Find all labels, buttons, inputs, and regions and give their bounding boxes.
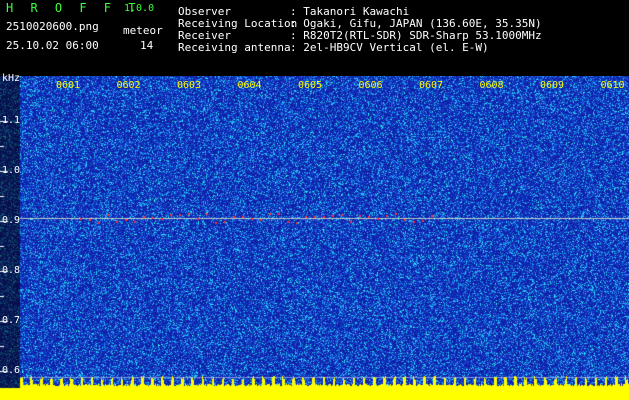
x-tick-label: 0605 (298, 80, 323, 91)
y-tick-label: 1.1 (2, 115, 21, 126)
x-tick-label: 0601 (56, 80, 81, 91)
file-name: 2510020600.png (6, 20, 99, 33)
app-version: 1.0.0 (124, 3, 155, 14)
meteor-count: 14 (140, 39, 154, 52)
x-tick-label: 0607 (419, 80, 444, 91)
header-panel: H R O F F T 1.0.0 2510020600.png meteor … (0, 0, 629, 76)
x-tick-label: 0604 (237, 80, 262, 91)
spectrogram-canvas (0, 76, 629, 400)
y-tick-label: 0.9 (2, 215, 21, 226)
y-tick-label: 0.7 (2, 315, 21, 326)
x-tick-label: 0602 (116, 80, 141, 91)
y-tick-label: 0.6 (2, 365, 21, 376)
y-tick-label: 0.8 (2, 265, 21, 276)
app-title: H R O F F T (6, 1, 141, 15)
x-tick-label: 0609 (540, 80, 565, 91)
y-axis-unit: kHz (2, 73, 21, 84)
capture-datetime: 25.10.02 06:00 (6, 39, 99, 52)
x-tick-label: 0603 (177, 80, 202, 91)
meteor-label: meteor (123, 24, 163, 37)
x-tick-label: 0606 (358, 80, 383, 91)
antenna-label: Receiving antenna (178, 41, 291, 54)
x-tick-label: 0610 (600, 80, 625, 91)
antenna-value: : 2el-HB9CV Vertical (el. E-W) (290, 41, 489, 54)
x-tick-label: 0608 (479, 80, 504, 91)
y-tick-label: 1.0 (2, 165, 21, 176)
